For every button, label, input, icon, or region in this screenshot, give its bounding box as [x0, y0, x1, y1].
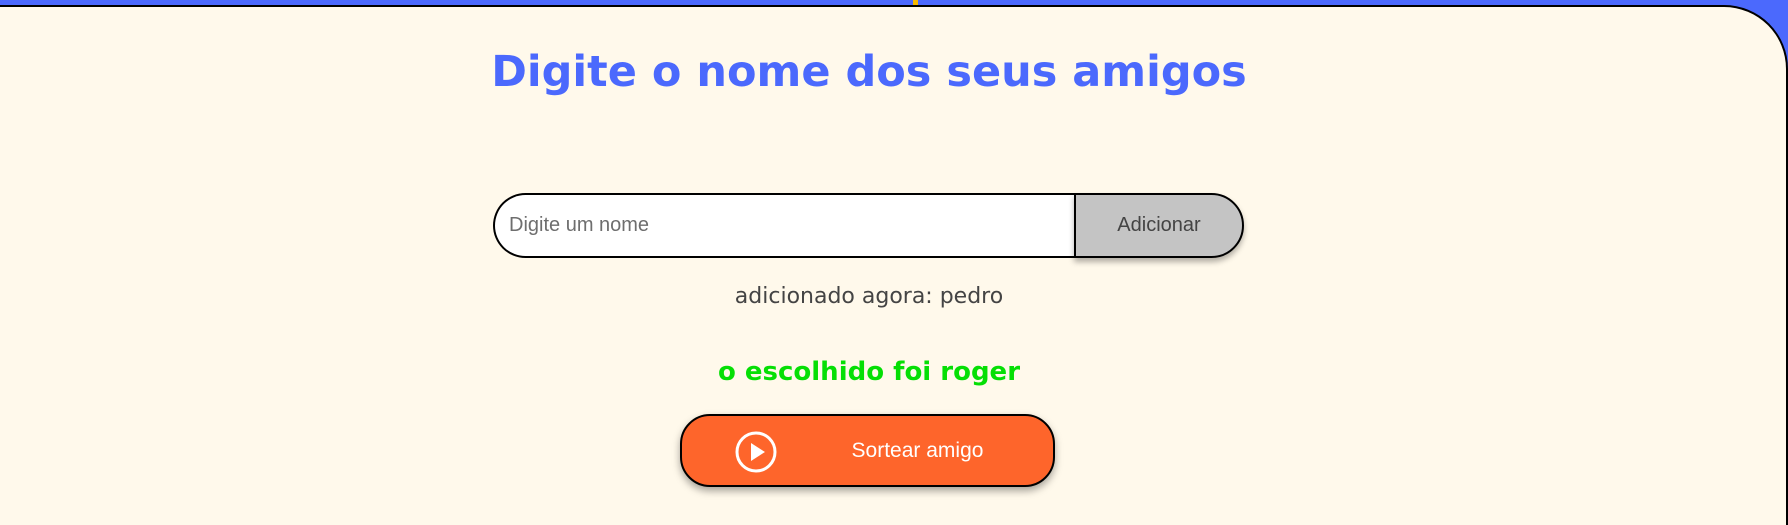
added-status-text: adicionado agora: pedro — [734, 284, 1004, 309]
main-panel: Digite o nome dos seus amigos Adicionar … — [0, 5, 1788, 525]
draw-button-label: Sortear amigo — [851, 439, 984, 462]
play-circle-icon — [734, 430, 778, 474]
draw-friend-button[interactable]: Sortear amigo — [680, 414, 1055, 487]
draw-result-text: o escolhido foi roger — [717, 357, 1021, 387]
name-input[interactable] — [493, 193, 1075, 258]
add-button[interactable]: Adicionar — [1074, 193, 1244, 258]
page-title: Digite o nome dos seus amigos — [491, 47, 1247, 97]
add-friend-form: Adicionar — [493, 188, 1244, 258]
